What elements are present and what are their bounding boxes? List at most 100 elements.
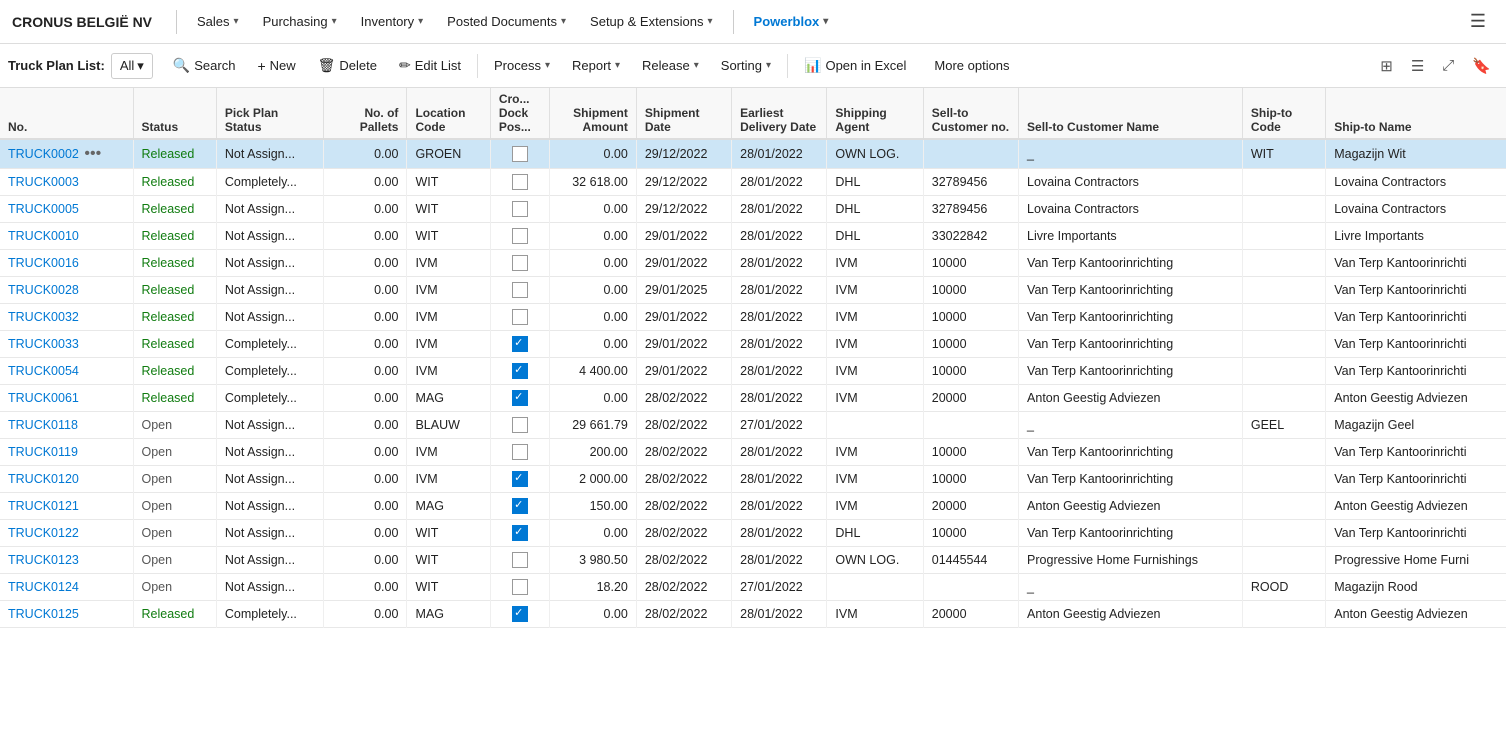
crodock-checkbox[interactable] [512, 579, 528, 595]
filter-dropdown[interactable]: All ▾ [111, 53, 153, 79]
cell-location: WIT [407, 169, 490, 196]
nav-item-sales[interactable]: Sales ▾ [185, 0, 251, 44]
nav-item-inventory[interactable]: Inventory ▾ [349, 0, 436, 44]
cell-shipamt: 0.00 [550, 196, 636, 223]
cell-location: IVM [407, 277, 490, 304]
cell-shipamt: 2 000.00 [550, 466, 636, 493]
truck-link[interactable]: TRUCK0124 [8, 580, 79, 594]
edit-list-button[interactable]: ✏ Edit List [389, 52, 471, 79]
more-options-button[interactable]: More options [922, 53, 1021, 78]
truck-link[interactable]: TRUCK0121 [8, 499, 79, 513]
table-row[interactable]: TRUCK0119 Open Not Assign... 0.00 IVM 20… [0, 439, 1506, 466]
truck-link[interactable]: TRUCK0003 [8, 175, 79, 189]
cell-status: Released [133, 358, 216, 385]
cell-earliest: 28/01/2022 [732, 439, 827, 466]
process-button[interactable]: Process ▾ [484, 53, 560, 78]
filter-value: All [120, 58, 134, 73]
truck-link[interactable]: TRUCK0125 [8, 607, 79, 621]
cell-pickplan: Completely... [216, 331, 323, 358]
crodock-checkbox[interactable] [512, 471, 528, 487]
cell-no: TRUCK0125 [0, 601, 133, 628]
nav-item-setup-extensions[interactable]: Setup & Extensions ▾ [578, 0, 725, 44]
row-context-menu-button[interactable]: ••• [82, 145, 103, 163]
crodock-checkbox[interactable] [512, 282, 528, 298]
cell-shipcode [1242, 547, 1325, 574]
cell-shipamt: 0.00 [550, 223, 636, 250]
delete-button[interactable]: 🗑 Delete [308, 52, 387, 79]
truck-link[interactable]: TRUCK0119 [8, 445, 78, 459]
hamburger-icon[interactable]: ☰ [1462, 7, 1494, 36]
crodock-checkbox[interactable] [512, 363, 528, 379]
col-header-shipcode: Ship-to Code [1242, 88, 1325, 139]
table-row[interactable]: TRUCK0016 Released Not Assign... 0.00 IV… [0, 250, 1506, 277]
crodock-checkbox[interactable] [512, 228, 528, 244]
crodock-checkbox[interactable] [512, 309, 528, 325]
table-row[interactable]: TRUCK0032 Released Not Assign... 0.00 IV… [0, 304, 1506, 331]
crodock-checkbox[interactable] [512, 525, 528, 541]
truck-link[interactable]: TRUCK0002 [8, 147, 79, 161]
table-row[interactable]: TRUCK0120 Open Not Assign... 0.00 IVM 2 … [0, 466, 1506, 493]
table-row[interactable]: TRUCK0125 Released Completely... 0.00 MA… [0, 601, 1506, 628]
crodock-checkbox[interactable] [512, 336, 528, 352]
truck-link[interactable]: TRUCK0033 [8, 337, 79, 351]
cell-pallets: 0.00 [324, 250, 407, 277]
table-header-row: No. Status Pick Plan Status No. of Palle… [0, 88, 1506, 139]
crodock-checkbox[interactable] [512, 552, 528, 568]
table-row[interactable]: TRUCK0118 Open Not Assign... 0.00 BLAUW … [0, 412, 1506, 439]
crodock-checkbox[interactable] [512, 201, 528, 217]
table-row[interactable]: TRUCK0121 Open Not Assign... 0.00 MAG 15… [0, 493, 1506, 520]
truck-link[interactable]: TRUCK0032 [8, 310, 79, 324]
filter-icon-btn[interactable]: ⊞ [1373, 52, 1400, 80]
truck-link[interactable]: TRUCK0005 [8, 202, 79, 216]
truck-link[interactable]: TRUCK0118 [8, 418, 78, 432]
expand-icon-btn[interactable]: ⤢ [1435, 52, 1461, 79]
table-row[interactable]: TRUCK0061 Released Completely... 0.00 MA… [0, 385, 1506, 412]
truck-link[interactable]: TRUCK0120 [8, 472, 79, 486]
truck-link[interactable]: TRUCK0028 [8, 283, 79, 297]
cell-pickplan: Completely... [216, 358, 323, 385]
cell-sellname: Van Terp Kantoorinrichting [1019, 331, 1243, 358]
nav-item-purchasing[interactable]: Purchasing ▾ [251, 0, 349, 44]
report-button[interactable]: Report ▾ [562, 53, 630, 78]
crodock-checkbox[interactable] [512, 390, 528, 406]
cell-location: MAG [407, 601, 490, 628]
truck-link[interactable]: TRUCK0123 [8, 553, 79, 567]
search-button[interactable]: 🔍 Search [163, 52, 246, 79]
release-arrow-icon: ▾ [694, 60, 699, 71]
list-view-icon-btn[interactable]: ☰ [1404, 52, 1431, 80]
cell-sellcust: 33022842 [923, 223, 1018, 250]
bookmark-icon-btn[interactable]: 🔖 [1465, 52, 1498, 80]
crodock-checkbox[interactable] [512, 417, 528, 433]
truck-link[interactable]: TRUCK0054 [8, 364, 79, 378]
table-row[interactable]: TRUCK0054 Released Completely... 0.00 IV… [0, 358, 1506, 385]
table-row[interactable]: TRUCK0005 Released Not Assign... 0.00 WI… [0, 196, 1506, 223]
cell-sellname: Van Terp Kantoorinrichting [1019, 304, 1243, 331]
cell-sellcust: 10000 [923, 250, 1018, 277]
crodock-checkbox[interactable] [512, 146, 528, 162]
crodock-checkbox[interactable] [512, 606, 528, 622]
truck-link[interactable]: TRUCK0016 [8, 256, 79, 270]
truck-link[interactable]: TRUCK0061 [8, 391, 79, 405]
sorting-button[interactable]: Sorting ▾ [711, 53, 781, 78]
table-row[interactable]: TRUCK0123 Open Not Assign... 0.00 WIT 3 … [0, 547, 1506, 574]
table-row[interactable]: TRUCK0003 Released Completely... 0.00 WI… [0, 169, 1506, 196]
new-button[interactable]: + New [247, 53, 305, 79]
truck-link[interactable]: TRUCK0122 [8, 526, 79, 540]
table-row[interactable]: TRUCK0028 Released Not Assign... 0.00 IV… [0, 277, 1506, 304]
nav-item-powerblox[interactable]: Powerblox ▾ [742, 0, 841, 44]
table-row[interactable]: TRUCK0124 Open Not Assign... 0.00 WIT 18… [0, 574, 1506, 601]
cell-location: IVM [407, 358, 490, 385]
table-row[interactable]: TRUCK0002 ••• Released Not Assign... 0.0… [0, 139, 1506, 169]
open-excel-button[interactable]: 📊 Open in Excel [794, 52, 916, 79]
crodock-checkbox[interactable] [512, 255, 528, 271]
release-button[interactable]: Release ▾ [632, 53, 709, 78]
table-row[interactable]: TRUCK0010 Released Not Assign... 0.00 WI… [0, 223, 1506, 250]
table-row[interactable]: TRUCK0122 Open Not Assign... 0.00 WIT 0.… [0, 520, 1506, 547]
crodock-checkbox[interactable] [512, 498, 528, 514]
table-row[interactable]: TRUCK0033 Released Completely... 0.00 IV… [0, 331, 1506, 358]
nav-item-posted-documents[interactable]: Posted Documents ▾ [435, 0, 578, 44]
truck-link[interactable]: TRUCK0010 [8, 229, 79, 243]
cell-shipcode [1242, 223, 1325, 250]
crodock-checkbox[interactable] [512, 174, 528, 190]
crodock-checkbox[interactable] [512, 444, 528, 460]
